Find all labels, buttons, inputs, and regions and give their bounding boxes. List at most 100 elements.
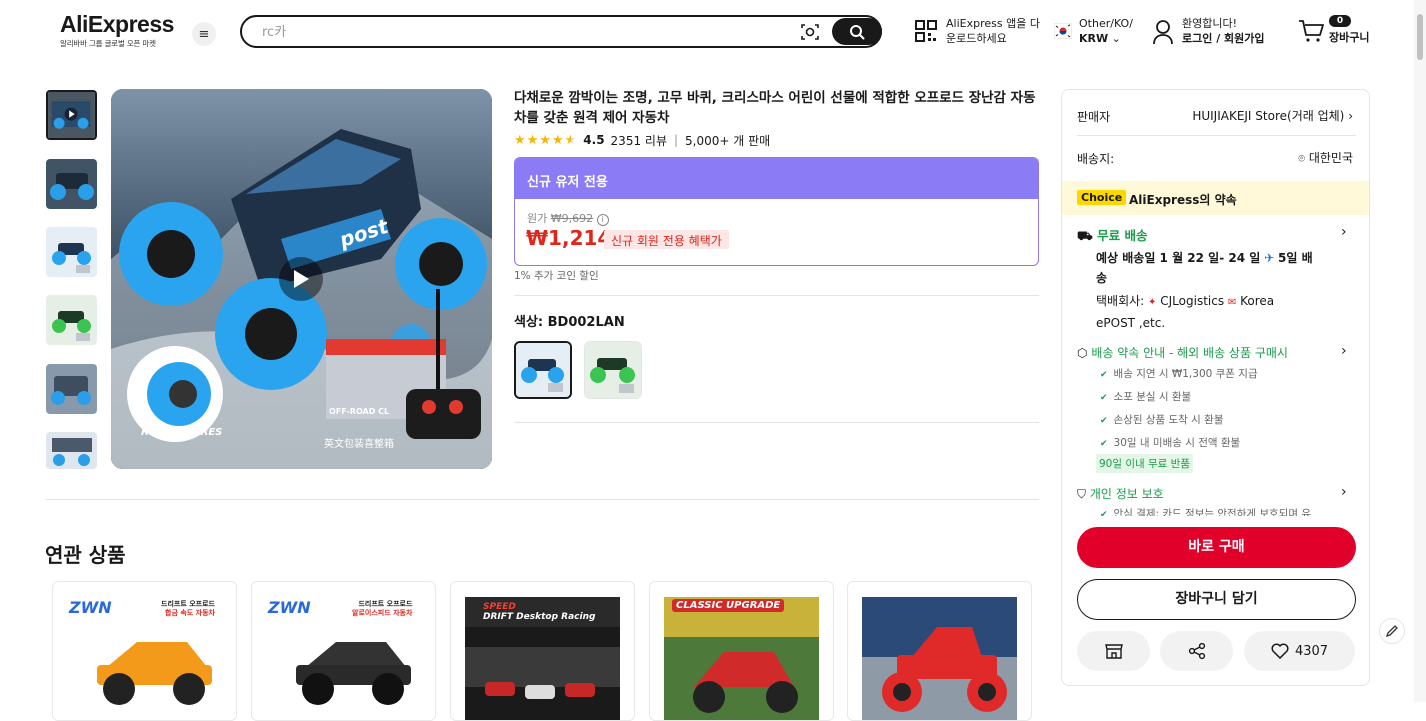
info-icon[interactable]: i — [596, 214, 609, 226]
delivery-guarantee-row[interactable]: ⬡ 배송 약속 안내 - 해외 배송 상품 구매시 — [1077, 344, 1288, 361]
scrollbar-thumb[interactable] — [1417, 14, 1423, 60]
card-caption: 드리프트 오프로드 합금 속도 자동차 — [161, 600, 215, 618]
aliexpress-logo[interactable]: AliExpress 알리바바 그룹 글로벌 오픈 마켓 — [60, 12, 180, 49]
sold-count: 5,000+ 개 판매 — [685, 133, 771, 148]
color-swatch-green[interactable] — [584, 341, 642, 399]
ship-to-selector[interactable]: ⌾ 대한민국 — [1298, 149, 1353, 166]
check-icon: ✔ — [1100, 416, 1108, 426]
cart-label[interactable]: 장바구니 — [1329, 30, 1369, 45]
image-caption-box: OFF-ROAD CL — [329, 407, 390, 416]
product-image — [664, 597, 819, 720]
edit-feedback-button[interactable] — [1379, 618, 1405, 644]
currency-label: KRW — [1079, 32, 1109, 45]
card-caption-line2: 합금 속도 자동차 — [165, 609, 215, 617]
app-download-link[interactable]: AliExpress 앱을 다 운로드하세요 — [946, 16, 1040, 46]
related-product-card[interactable]: ZWN 드리프트 오프로드 알로이스피드 자동차 — [251, 581, 436, 721]
seller-link[interactable]: HUIJIAKEJI Store(거래 업체) › — [1192, 107, 1353, 124]
divider — [514, 295, 1039, 296]
guarantee-item: ✔ 소포 분실 시 환불 — [1100, 389, 1191, 404]
divider — [1077, 135, 1356, 136]
rating-score: 4.5 — [583, 133, 605, 147]
app-download-line2: 운로드하세요 — [946, 32, 1007, 45]
chevron-right-icon: › — [1348, 109, 1353, 123]
thumbnail-3[interactable] — [46, 227, 97, 277]
thumbnail-2[interactable] — [46, 159, 97, 209]
buy-now-button[interactable]: 바로 구매 — [1077, 527, 1356, 568]
page-scrollbar[interactable] — [1414, 0, 1426, 702]
free-shipping-row[interactable]: ⛟ 무료 배송 — [1077, 225, 1147, 245]
star-icon: ★ — [526, 132, 539, 148]
swatch-image — [516, 343, 570, 397]
card-caption-line1: CLASSIC UPGRADE — [672, 599, 785, 612]
sale-price: ₩1,214 — [526, 226, 612, 250]
privacy-label: 개인 정보 보호 — [1089, 487, 1164, 501]
ship-to-value: 대한민국 — [1308, 151, 1353, 165]
search-button[interactable] — [832, 18, 882, 45]
image-search-icon[interactable] — [800, 22, 820, 42]
play-video-button[interactable] — [279, 257, 323, 301]
free-shipping-label: 무료 배송 — [1097, 228, 1148, 243]
wishlist-button[interactable]: 4307 — [1244, 631, 1355, 671]
main-product-image[interactable]: RUBBER TIRES 英文包装喜整箱 OFF-ROAD CL post — [111, 89, 492, 469]
divider — [514, 422, 1039, 423]
courier-korea: Korea — [1240, 294, 1275, 308]
login-link[interactable]: 환영합니다! 로그인 / 회원가입 — [1182, 16, 1265, 46]
site-header: AliExpress 알리바바 그룹 글로벌 오픈 마켓 ≡ AliExpres… — [0, 0, 1426, 66]
courier-text: 택배회사: ✦ CJLogistics ✉ Korea ePOST ,etc. — [1096, 291, 1356, 333]
related-product-card[interactable] — [847, 581, 1032, 721]
eta-days: 5일 배 — [1278, 251, 1313, 265]
chevron-right-icon[interactable]: › — [1341, 224, 1347, 240]
thumbnail-image — [46, 432, 97, 469]
cart-icon[interactable] — [1298, 19, 1324, 43]
check-icon: ✔ — [1100, 510, 1108, 516]
card-brand: ZWN — [69, 598, 112, 617]
chevron-right-icon[interactable]: › — [1341, 484, 1347, 500]
add-to-cart-button[interactable]: 장바구니 담기 — [1077, 579, 1356, 620]
related-product-card[interactable]: ZWN 드리프트 오프로드 합금 속도 자동차 — [52, 581, 237, 721]
thumbnail-image — [46, 159, 97, 209]
related-product-card[interactable]: SPEED DRIFT Desktop Racing — [450, 581, 635, 721]
card-caption-line2: DRIFT Desktop Racing — [483, 612, 596, 622]
chevron-right-icon[interactable]: › — [1341, 343, 1347, 359]
choice-badge: Choice — [1077, 190, 1127, 205]
original-price-label: 원가 — [527, 212, 548, 225]
color-swatch-blue[interactable] — [514, 341, 572, 399]
thumbnail-4[interactable] — [46, 295, 97, 345]
choice-promise-text: AliExpress의 약속 — [1129, 193, 1237, 207]
share-icon — [1188, 642, 1205, 660]
delivery-guarantee-label: 배송 약속 안내 - 해외 배송 상품 구매시 — [1091, 346, 1288, 360]
cart-count-badge: 0 — [1329, 15, 1351, 27]
plane-icon: ✈ — [1264, 251, 1275, 265]
search-icon — [850, 24, 865, 39]
truck-icon: ⛟ — [1077, 228, 1093, 243]
menu-icon[interactable]: ≡ — [192, 22, 216, 46]
wishlist-count: 4307 — [1294, 643, 1329, 659]
related-product-card[interactable]: CLASSIC UPGRADE — [649, 581, 834, 721]
qr-code-icon[interactable] — [914, 19, 938, 43]
cj-logo-icon: ✦ — [1148, 297, 1157, 308]
privacy-row[interactable]: ⛉ 개인 정보 보호 — [1077, 485, 1164, 502]
store-button[interactable] — [1077, 631, 1150, 671]
product-image — [862, 597, 1017, 720]
eta-dates: 예상 배송일 1 월 22 일- 24 일 — [1096, 251, 1261, 265]
promo-header: 신규 유저 전용 — [515, 158, 1038, 199]
user-icon[interactable] — [1152, 19, 1174, 45]
login-signup-text: 로그인 / 회원가입 — [1182, 32, 1265, 45]
image-caption-packaging: 英文包装喜整箱 — [324, 439, 394, 450]
card-brand: ZWN — [268, 598, 311, 617]
thumbnail-image — [48, 92, 95, 138]
thumbnail-5[interactable] — [46, 364, 97, 414]
share-button[interactable] — [1160, 631, 1233, 671]
thumbnail-6[interactable] — [46, 432, 97, 469]
search-input[interactable] — [262, 22, 782, 42]
thumbnail-video[interactable] — [46, 90, 97, 140]
divider: | — [673, 133, 679, 147]
seller-name: HUIJIAKEJI Store(거래 업체) — [1192, 109, 1345, 123]
guarantee-item: ✔ 손상된 상품 도착 시 환불 — [1100, 412, 1224, 427]
card-caption-line1: SPEED — [483, 602, 516, 612]
swatch-image — [585, 342, 641, 398]
guarantee-text: 소포 분실 시 환불 — [1113, 391, 1192, 403]
review-count[interactable]: 2351 리뷰 — [611, 132, 667, 149]
related-products-title: 연관 상품 — [45, 543, 126, 567]
region-currency-selector[interactable]: Other/KO/ KRW ⌄ — [1079, 16, 1133, 46]
